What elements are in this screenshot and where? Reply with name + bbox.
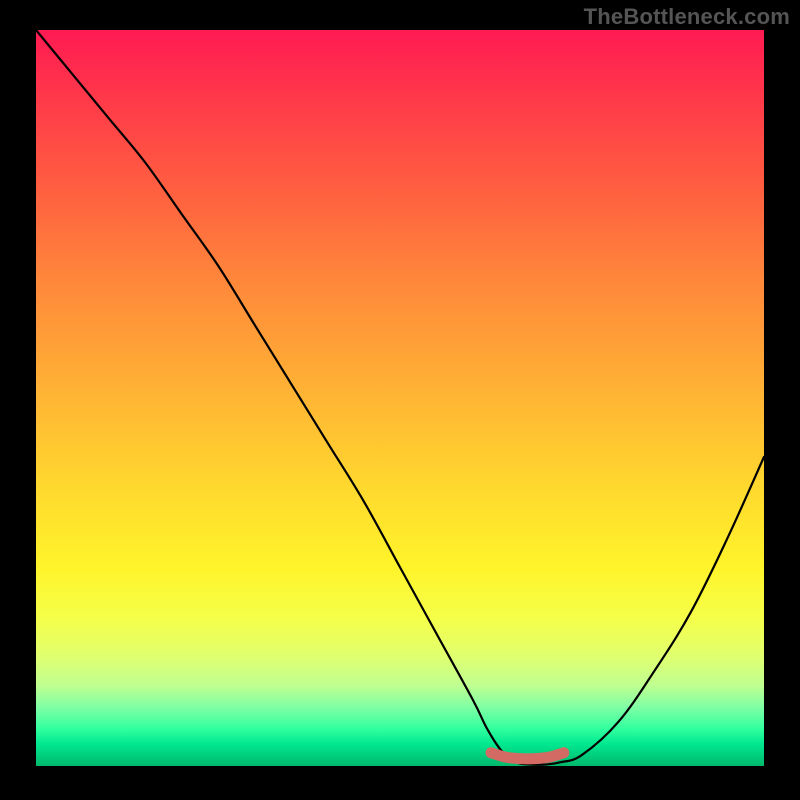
plot-area — [36, 30, 764, 766]
chart-frame: TheBottleneck.com — [0, 0, 800, 800]
gradient-background — [36, 30, 764, 766]
watermark-text: TheBottleneck.com — [584, 4, 790, 30]
